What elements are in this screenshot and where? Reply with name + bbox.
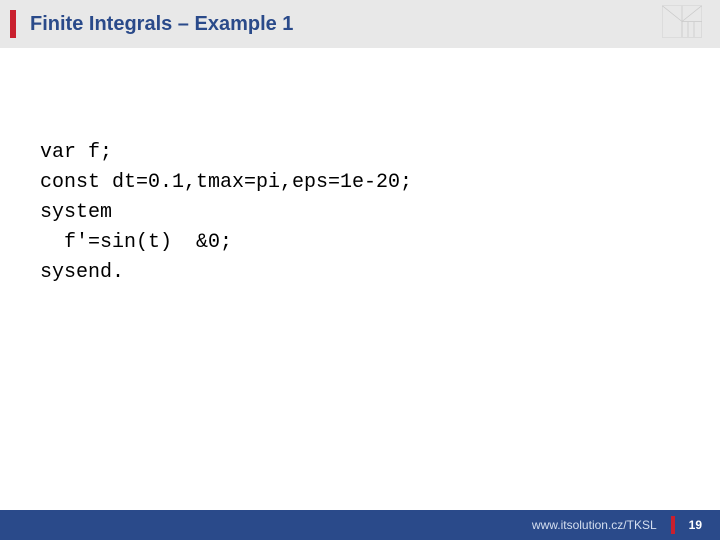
code-block: var f; const dt=0.1,tmax=pi,eps=1e-20; s… [40,138,680,288]
page-number: 19 [689,518,702,532]
footer-url: www.itsolution.cz/TKSL [532,518,657,532]
code-line: f'=sin(t) &0; [40,231,232,254]
footer-divider [671,516,675,534]
code-line: sysend. [40,261,124,284]
slide-title: Finite Integrals – Example 1 [30,13,293,36]
slide-footer: www.itsolution.cz/TKSL 19 [0,510,720,540]
code-line: var f; [40,141,112,164]
institution-logo-icon [662,6,702,43]
code-line: system [40,201,112,224]
code-line: const dt=0.1,tmax=pi,eps=1e-20; [40,171,412,194]
header-accent-bar [10,10,16,38]
slide-header: Finite Integrals – Example 1 [0,0,720,48]
slide-content: var f; const dt=0.1,tmax=pi,eps=1e-20; s… [0,48,720,288]
